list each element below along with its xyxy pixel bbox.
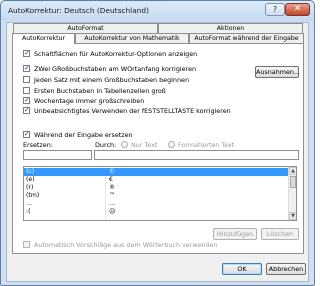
tab-autoformat-as-you-type[interactable]: AutoFormat während der Eingabe bbox=[189, 33, 304, 43]
list-scrollbar[interactable]: ▲ ▼ bbox=[288, 167, 296, 220]
list-item[interactable]: (c) © bbox=[24, 168, 289, 176]
list-item-to: ® bbox=[109, 184, 116, 191]
option-label-3: Ersten Buchstaben in Tabellenzellen groß bbox=[34, 87, 166, 95]
autocorrect-panel: Schaltflächen für AutoKorrektur-Optionen… bbox=[12, 43, 304, 254]
add-button[interactable]: Hinzufügen bbox=[213, 228, 257, 240]
list-item-from: (e) bbox=[26, 176, 35, 183]
tab-math-autocorrect[interactable]: AutoKorrektur von Mathematik bbox=[75, 33, 189, 43]
ok-button[interactable]: OK bbox=[222, 263, 262, 275]
option-checkbox-2[interactable] bbox=[23, 76, 30, 83]
list-item[interactable]: (tm) ™ bbox=[24, 192, 289, 200]
help-icon[interactable]: ? bbox=[265, 3, 285, 16]
dialog-body: AutoFormat Aktionen AutoKorrektur AutoKo… bbox=[6, 22, 309, 282]
list-item[interactable]: ... … bbox=[24, 200, 289, 208]
option-checkbox-1[interactable] bbox=[23, 64, 30, 72]
list-item[interactable]: (r) ® bbox=[24, 184, 289, 192]
dictionary-suggestions-label: Automatisch Vorschläge aus dem Wörterbuc… bbox=[34, 241, 218, 249]
with-label: Durch: bbox=[95, 141, 117, 149]
window-title: AutoKorrektur: Deutsch (Deutschland) bbox=[8, 6, 150, 15]
option-label-5: Unbeabsichtigtes Verwenden der fESTSTELL… bbox=[34, 107, 231, 115]
dictionary-suggestions-checkbox[interactable] bbox=[23, 241, 30, 248]
option-checkbox-3[interactable] bbox=[23, 87, 30, 94]
option-label-2: Jeden Satz mit einem Großbuchstaben begi… bbox=[34, 76, 190, 84]
list-item-to: … bbox=[109, 200, 116, 207]
list-item[interactable]: :( ☹ bbox=[24, 208, 289, 216]
list-item-from: ... bbox=[26, 200, 32, 207]
option-checkbox-0[interactable] bbox=[23, 49, 30, 57]
scroll-down-icon[interactable]: ▼ bbox=[289, 212, 296, 220]
autocorrect-dialog: AutoKorrektur: Deutsch (Deutschland) ? ✕… bbox=[0, 0, 315, 286]
delete-button[interactable]: Löschen bbox=[261, 228, 299, 240]
option-label-0: Schaltflächen für AutoKorrektur-Optionen… bbox=[34, 50, 198, 58]
tab-autoformat[interactable]: AutoFormat bbox=[13, 23, 158, 33]
formatted-text-label: Formatierten Text bbox=[178, 141, 235, 149]
list-item[interactable]: (e) € bbox=[24, 176, 289, 184]
replacement-list[interactable]: (c) © (e) € (r) ® (tm) ™ ... …:(☹ ▲ ▼ bbox=[23, 166, 297, 221]
list-item-to: ☹ bbox=[109, 208, 116, 215]
list-item-from: :( bbox=[26, 208, 31, 215]
scroll-thumb[interactable] bbox=[290, 176, 296, 188]
list-item-from: (c) bbox=[26, 168, 35, 175]
list-item-to: ™ bbox=[109, 192, 116, 199]
plain-text-radio[interactable] bbox=[121, 141, 128, 148]
close-icon[interactable]: ✕ bbox=[285, 3, 310, 16]
exceptions-button[interactable]: Ausnahmen... bbox=[255, 66, 300, 78]
replace-label: Ersetzen: bbox=[23, 141, 53, 149]
formatted-text-radio[interactable] bbox=[168, 141, 175, 148]
list-item-from: (tm) bbox=[26, 192, 40, 199]
option-checkbox-4[interactable] bbox=[23, 96, 30, 104]
tab-aktionen[interactable]: Aktionen bbox=[158, 23, 303, 33]
title-bar: AutoKorrektur: Deutsch (Deutschland) ? ✕ bbox=[1, 1, 314, 21]
cancel-button[interactable]: Abbrechen bbox=[266, 263, 306, 275]
list-item-from: (r) bbox=[26, 184, 34, 191]
replace-as-you-type-label: Während der Eingabe ersetzen bbox=[34, 131, 133, 139]
option-label-4: Wochentage immer großschreiben bbox=[34, 97, 145, 105]
list-item-to: € bbox=[109, 176, 113, 183]
option-label-1: ZWei GRoßbuchstaben am WOrtanfang korrig… bbox=[34, 65, 197, 73]
scroll-up-icon[interactable]: ▲ bbox=[289, 167, 296, 175]
option-checkbox-5[interactable] bbox=[23, 106, 30, 114]
list-item-to: © bbox=[109, 168, 116, 175]
replace-as-you-type-checkbox[interactable] bbox=[23, 130, 30, 138]
with-input[interactable] bbox=[94, 150, 299, 160]
plain-text-label: Nur Text bbox=[131, 141, 158, 149]
replace-input[interactable] bbox=[23, 150, 92, 160]
tab-autokorrektur[interactable]: AutoKorrektur bbox=[12, 33, 75, 44]
